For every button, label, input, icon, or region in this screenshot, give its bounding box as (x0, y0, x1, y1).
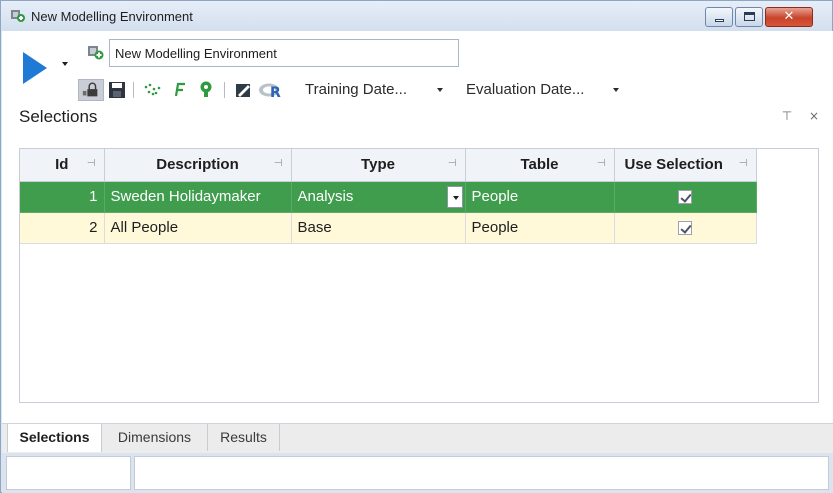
panel-title: Selections (19, 107, 98, 126)
cell-table[interactable]: People (465, 181, 615, 213)
status-panel-right (134, 456, 829, 490)
cell-description[interactable]: Sweden Holidaymaker (104, 181, 292, 213)
cell-description[interactable]: All People (104, 212, 292, 244)
column-header-table[interactable]: Table ⊣ (465, 149, 615, 182)
window-title: New Modelling Environment (31, 9, 193, 24)
r-icon[interactable]: R (257, 79, 285, 101)
toolbar-separator (224, 82, 225, 98)
lock-icon[interactable] (78, 79, 104, 101)
toolbar-separator (133, 82, 134, 98)
save-icon[interactable] (108, 79, 126, 101)
close-icon: ✕ (783, 9, 795, 24)
status-bar (2, 453, 833, 493)
environment-name-input[interactable] (109, 39, 459, 67)
column-header-description[interactable]: Description ⊣ (104, 149, 292, 182)
maximize-button[interactable] (735, 7, 763, 27)
header-row: Id ⊣ Description ⊣ Type ⊣ Table ⊣ Use Select… (20, 149, 757, 182)
formula-icon[interactable] (172, 79, 188, 101)
run-icon[interactable] (22, 51, 48, 85)
chevron-down-icon[interactable] (446, 185, 463, 208)
svg-text:R: R (270, 85, 281, 101)
pencil-icon[interactable] (234, 79, 252, 101)
evaluation-date-dropdown[interactable]: Evaluation Date... (466, 79, 626, 101)
use-selection-checkbox[interactable] (678, 190, 692, 205)
column-pin-icon[interactable]: ⊣ (739, 158, 748, 169)
client-area: R Training Date... Evaluation Date... Se… (2, 31, 833, 493)
environment-icon (88, 46, 104, 60)
app-icon (11, 10, 25, 22)
cell-use-selection[interactable] (614, 212, 757, 244)
cell-type-value: Analysis (297, 188, 354, 205)
chevron-down-icon (613, 88, 619, 92)
column-header-label: Table (520, 156, 559, 174)
selections-grid: Id ⊣ Description ⊣ Type ⊣ Table ⊣ Use Select… (19, 148, 819, 403)
tab-results[interactable]: Results (208, 424, 280, 451)
column-header-type[interactable]: Type ⊣ (291, 149, 466, 182)
column-pin-icon[interactable]: ⊣ (597, 158, 606, 169)
column-pin-icon[interactable]: ⊣ (274, 158, 283, 169)
column-pin-icon[interactable]: ⊣ (87, 158, 96, 169)
status-panel-left (6, 456, 131, 490)
chevron-down-icon (437, 88, 443, 92)
bottom-tab-strip: Selections Dimensions Results (2, 423, 833, 453)
training-date-dropdown[interactable]: Training Date... (305, 79, 455, 101)
use-selection-checkbox[interactable] (678, 221, 692, 236)
cell-type[interactable]: Analysis (291, 181, 466, 213)
tab-dimensions[interactable]: Dimensions (102, 424, 208, 451)
column-pin-icon[interactable]: ⊣ (448, 158, 457, 169)
scatter-icon[interactable] (142, 79, 164, 101)
cell-type[interactable]: Base (291, 212, 466, 244)
selections-table: Id ⊣ Description ⊣ Type ⊣ Table ⊣ Use Select… (20, 149, 757, 244)
column-header-label: Description (156, 156, 239, 174)
run-options-chevron-down-icon[interactable] (62, 62, 68, 66)
cell-table[interactable]: People (465, 212, 615, 244)
title-bar[interactable]: New Modelling Environment ✕ (1, 1, 832, 31)
table-row[interactable]: 2 All People Base People (20, 212, 757, 244)
maximize-icon (744, 12, 755, 21)
close-button[interactable]: ✕ (765, 7, 813, 27)
minimize-button[interactable] (705, 7, 733, 27)
minimize-icon (715, 19, 724, 22)
bulb-icon[interactable] (198, 79, 214, 101)
tab-selections[interactable]: Selections (7, 424, 102, 452)
column-header-use-selection[interactable]: Use Selection ⊣ (614, 149, 757, 182)
cell-use-selection[interactable] (614, 181, 757, 213)
cell-id[interactable]: 2 (20, 212, 105, 244)
pin-icon[interactable]: ⊤ (780, 108, 794, 124)
column-header-id[interactable]: Id ⊣ (20, 149, 105, 182)
app-window: New Modelling Environment ✕ New Modellin… (0, 0, 833, 493)
panel-close-icon[interactable]: × (807, 108, 821, 124)
cell-id[interactable]: 1 (20, 181, 105, 213)
evaluation-date-label: Evaluation Date... (466, 81, 585, 98)
column-header-label: Id (55, 156, 69, 174)
column-header-label: Type (361, 156, 395, 174)
training-date-label: Training Date... (305, 81, 407, 98)
column-header-label: Use Selection (624, 156, 723, 174)
table-row[interactable]: 1 Sweden Holidaymaker Analysis People (20, 181, 757, 213)
